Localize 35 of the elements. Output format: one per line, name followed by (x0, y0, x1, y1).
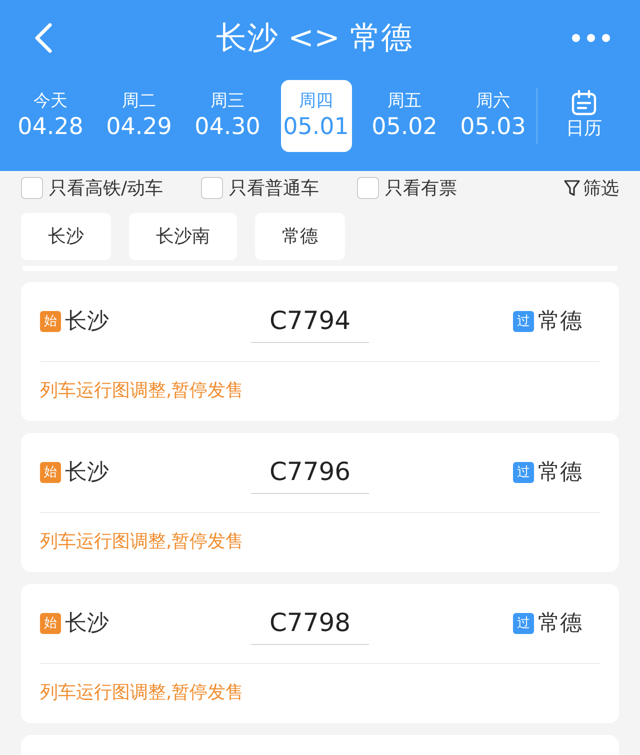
origin-tag: 始 (40, 462, 61, 483)
train-card[interactable]: 始 长沙 C7798 过 常德 列车运行图调整,暂停发售 (21, 584, 619, 723)
sale-notice: 列车运行图调整,暂停发售 (40, 680, 244, 704)
train-number: C7794 (269, 305, 351, 337)
origin-station: 长沙 (65, 308, 109, 336)
filter-checkbox[interactable] (21, 177, 43, 199)
filter-checkbox[interactable] (201, 177, 224, 199)
passing-tag: 过 (513, 613, 534, 634)
origin-tag: 始 (40, 613, 61, 634)
train-number: C7796 (269, 456, 351, 488)
filter-icon (564, 179, 580, 197)
filter-label: 只看高铁/动车 (49, 176, 164, 200)
station-chip[interactable]: 长沙南 (129, 213, 237, 260)
filter-label: 只看普通车 (229, 176, 320, 200)
calendar-icon (571, 90, 597, 116)
more-icon[interactable] (572, 33, 610, 43)
destination-station: 常德 (538, 459, 582, 487)
passing-tag: 过 (513, 462, 534, 483)
station-chip[interactable]: 常德 (255, 213, 345, 260)
filter-button[interactable]: 筛选 (564, 174, 619, 202)
filter-checkbox[interactable] (357, 177, 380, 199)
origin-station: 长沙 (65, 610, 109, 638)
sale-notice: 列车运行图调整,暂停发售 (40, 530, 244, 554)
train-number: C7798 (269, 607, 351, 639)
station-chip[interactable]: 长沙 (21, 213, 111, 260)
destination-station: 常德 (538, 308, 582, 336)
page-title: 长沙 <> 常德 (216, 18, 412, 58)
origin-tag: 始 (40, 311, 61, 332)
train-card[interactable]: 始 长沙 C7796 过 常德 列车运行图调整,暂停发售 (21, 433, 619, 572)
origin-station: 长沙 (65, 459, 109, 487)
passing-tag: 过 (513, 311, 534, 332)
train-card[interactable]: 始 长沙 C7794 过 常德 列车运行图调整,暂停发售 (21, 282, 619, 421)
filter-label: 只看有票 (385, 176, 458, 200)
destination-station: 常德 (538, 610, 582, 638)
sale-notice: 列车运行图调整,暂停发售 (40, 378, 244, 402)
